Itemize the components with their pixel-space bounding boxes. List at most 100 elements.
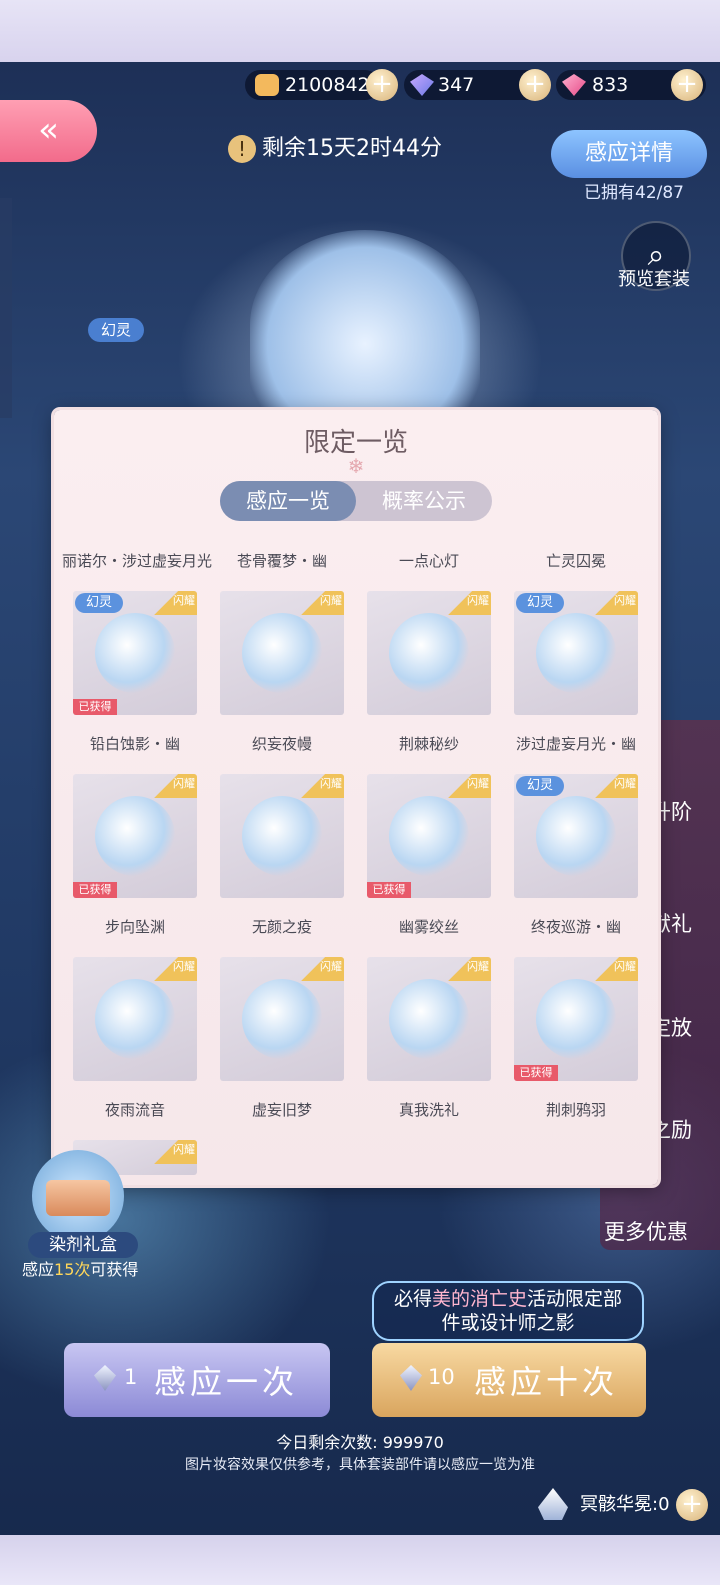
item-caption: 终夜巡游・幽: [530, 918, 621, 936]
item-caption: 步向坠渊: [104, 918, 165, 936]
item-caption: 虚妄旧梦: [251, 1101, 312, 1119]
item-caption: 涉过虚妄月光・幽: [515, 735, 636, 753]
diamond-add-button[interactable]: +: [519, 69, 551, 101]
item-art: [242, 796, 322, 876]
item-card[interactable]: 闪耀: [367, 957, 491, 1081]
phantom-tag: 幻灵: [516, 593, 564, 613]
obtained-tag: 已获得: [514, 1065, 558, 1081]
item-card[interactable]: 闪耀: [73, 957, 197, 1081]
phantom-tag: 幻灵: [516, 776, 564, 796]
crown-counter: 冥骸华冕:0: [580, 1494, 670, 1515]
item-card[interactable]: 闪耀: [220, 774, 344, 898]
coin-add-button[interactable]: +: [366, 69, 398, 101]
alert-icon: !: [228, 135, 256, 163]
item-art: [536, 613, 616, 693]
item-art: [95, 979, 175, 1059]
gem-icon: [400, 1365, 422, 1391]
bottom-frame: [0, 1535, 720, 1585]
item-caption: 夜雨流音: [104, 1101, 165, 1119]
item-caption: 荆棘秘纱: [398, 735, 459, 753]
item-caption: 丽诺尔・涉过虚妄月光: [62, 552, 213, 570]
shine-tag: 闪耀: [590, 774, 638, 798]
shine-tag: 闪耀: [590, 957, 638, 981]
item-caption: 幽雾绞丝: [398, 918, 459, 936]
owned-count: 已拥有42/87: [584, 183, 684, 203]
item-card[interactable]: 闪耀: [220, 957, 344, 1081]
shine-tag: 闪耀: [296, 591, 344, 615]
crystal-value: 833: [592, 74, 629, 96]
item-art: [536, 979, 616, 1059]
item-card[interactable]: 闪耀 幻灵: [514, 774, 638, 898]
obtained-tag: 已获得: [73, 882, 117, 898]
event-timer: 剩余15天2时44分: [262, 136, 442, 161]
snowflake-icon: ❄: [347, 454, 365, 478]
item-card[interactable]: 闪耀已获得: [73, 774, 197, 898]
item-caption: 织妄夜幔: [251, 735, 312, 753]
shine-tag: 闪耀: [443, 591, 491, 615]
crystal-add-button[interactable]: +: [671, 69, 703, 101]
shine-tag: 闪耀: [590, 591, 638, 615]
item-art: [389, 796, 469, 876]
shine-tag: 闪耀: [296, 957, 344, 981]
coin-icon: [255, 74, 279, 96]
item-art: [242, 979, 322, 1059]
item-caption: 无颜之疫: [251, 918, 312, 936]
induce-once-label: 感应一次: [154, 1363, 299, 1401]
obtained-tag: 已获得: [73, 699, 117, 715]
guarantee-notice: 必得美的消亡史活动限定部 件或设计师之影: [372, 1281, 644, 1341]
item-caption: 苍骨覆梦・幽: [236, 552, 327, 570]
shine-tag: 闪耀: [149, 774, 197, 798]
shine-tag: 闪耀: [296, 774, 344, 798]
top-frame: [0, 0, 720, 62]
phantom-tag: 幻灵: [75, 593, 123, 613]
induce-ten-label: 感应十次: [474, 1363, 619, 1401]
item-art: [389, 979, 469, 1059]
item-art: [95, 613, 175, 693]
side-menu-more-deals[interactable]: 更多优惠: [604, 1216, 688, 1246]
back-button[interactable]: «: [0, 100, 97, 162]
gift-box-label[interactable]: 染剂礼盒: [28, 1232, 138, 1258]
item-caption: 荆刺鸦羽: [545, 1101, 606, 1119]
shine-tag: 闪耀: [149, 1140, 197, 1164]
item-card[interactable]: 闪耀 幻灵: [514, 591, 638, 715]
modal-tabs: 感应一览 概率公示: [220, 481, 492, 521]
induce-ten-button[interactable]: 10 感应十次: [372, 1343, 646, 1417]
item-art: [242, 613, 322, 693]
limited-list-modal: 限定一览 ❄ 感应一览 概率公示 丽诺尔・涉过虚妄月光 苍骨覆梦・幽 一点心灯 …: [54, 410, 658, 1185]
character-art: [250, 230, 480, 420]
tab-probability[interactable]: 概率公示: [356, 481, 492, 521]
coin-value: 2100842: [285, 74, 370, 96]
preview-suit-label[interactable]: 预览套装: [618, 265, 690, 291]
shine-tag: 闪耀: [443, 957, 491, 981]
item-caption: 一点心灯: [398, 552, 459, 570]
item-card[interactable]: 闪耀 幻灵已获得: [73, 591, 197, 715]
side-handle: [0, 198, 12, 418]
item-art: [95, 796, 175, 876]
diamond-value: 347: [438, 74, 475, 96]
item-card[interactable]: 闪耀: [220, 591, 344, 715]
gem-icon: [94, 1365, 116, 1391]
item-art: [536, 796, 616, 876]
phantom-badge: 幻灵: [88, 318, 144, 342]
item-card[interactable]: 闪耀: [367, 591, 491, 715]
obtained-tag: 已获得: [367, 882, 411, 898]
induce-once-cost: 1: [124, 1365, 138, 1389]
induce-once-button[interactable]: 1 感应一次: [64, 1343, 330, 1417]
induce-ten-cost: 10: [428, 1365, 455, 1389]
shine-tag: 闪耀: [149, 957, 197, 981]
crown-add-button[interactable]: +: [676, 1489, 708, 1521]
item-art: [389, 613, 469, 693]
item-card[interactable]: 闪耀已获得: [367, 774, 491, 898]
item-caption: 真我洗礼: [398, 1101, 459, 1119]
disclaimer-text: 图片妆容效果仅供参考，具体套装部件请以感应一览为准: [185, 1457, 535, 1473]
item-caption: 亡灵囚冕: [545, 552, 606, 570]
detail-button[interactable]: 感应详情: [551, 130, 707, 178]
gift-box-icon: [46, 1180, 110, 1216]
remaining-count: 今日剩余次数: 999970: [276, 1433, 444, 1452]
shine-tag: 闪耀: [149, 591, 197, 615]
gift-box-note: 感应15次可获得: [22, 1260, 139, 1279]
shine-tag: 闪耀: [443, 774, 491, 798]
tab-induction-list[interactable]: 感应一览: [220, 481, 356, 521]
item-card[interactable]: 闪耀已获得: [514, 957, 638, 1081]
item-caption: 铅白蚀影・幽: [89, 735, 180, 753]
